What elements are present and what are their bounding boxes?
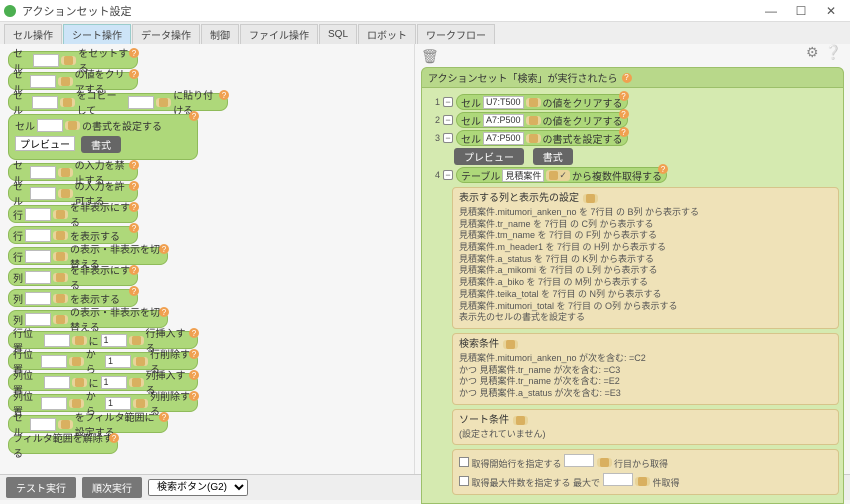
format-button[interactable]: 書式 xyxy=(533,148,573,165)
detail-card: 取得開始行を指定する 行目から取得 取得最大件数を指定する 最大で 件取得 xyxy=(452,449,839,494)
trash-icon[interactable]: 🗑 xyxy=(421,48,844,65)
palette-pane: セル をセットする?セル の値をクリアする?セル をコピーして に貼り付ける?セ… xyxy=(0,44,415,474)
collapse-icon[interactable]: − xyxy=(443,115,453,125)
palette-block[interactable]: セル の書式を設定する書式? xyxy=(8,114,198,160)
tab-file[interactable]: ファイル操作 xyxy=(240,24,318,44)
maximize-button[interactable]: ☐ xyxy=(786,1,816,21)
script-block[interactable]: セル A7:P500 の値をクリアする? xyxy=(456,112,628,128)
detail-line: 見積案件.m_header1 を 7行目 の H列 から表示する xyxy=(459,242,832,254)
palette-block[interactable]: 行 を非表示にする? xyxy=(8,205,138,223)
help-badge-icon[interactable]: ? xyxy=(658,164,668,174)
help-badge-icon[interactable]: ? xyxy=(129,48,139,58)
detail-line: 表示先のセルの書式を設定する xyxy=(459,312,832,324)
start-row-checkbox[interactable] xyxy=(459,457,469,467)
help-badge-icon[interactable]: ? xyxy=(189,349,199,359)
help-badge-icon[interactable]: ? xyxy=(619,127,629,137)
actionset-header: アクションセット「検索」が実行されたら ? xyxy=(421,67,844,88)
detail-line: 見積案件.mitumori_anken_no を 7行目 の B列 から表示する xyxy=(459,207,832,219)
help-badge-icon[interactable]: ? xyxy=(129,181,139,191)
collapse-icon[interactable]: − xyxy=(443,97,453,107)
collapse-icon[interactable]: − xyxy=(443,170,453,180)
gear-icon[interactable]: ⚙ xyxy=(806,44,819,61)
preview-button[interactable]: プレビュー xyxy=(454,148,524,165)
edit-icon[interactable] xyxy=(583,194,598,203)
tab-workflow[interactable]: ワークフロー xyxy=(417,24,495,44)
window-title: アクションセット設定 xyxy=(22,3,756,19)
tab-robot[interactable]: ロボット xyxy=(358,24,416,44)
palette-block[interactable]: セル をコピーして に貼り付ける? xyxy=(8,93,228,111)
help-badge-icon[interactable]: ? xyxy=(129,286,139,296)
detail-line: 見積案件.a_status を 7行目 の K列 から表示する xyxy=(459,254,832,266)
help-badge-icon[interactable]: ? xyxy=(189,111,199,121)
help-badge-icon[interactable]: ? xyxy=(129,69,139,79)
help-badge-icon[interactable]: ? xyxy=(129,202,139,212)
detail-card: 表示する列と表示先の設定 見積案件.mitumori_anken_no を 7行… xyxy=(452,187,839,329)
script-row: 3−セル A7:P500 の書式を設定する? xyxy=(426,130,839,146)
help-badge-icon[interactable]: ? xyxy=(619,109,629,119)
detail-line: 見積案件.mitumori_total を 7行目 の O列 から表示する xyxy=(459,301,832,313)
help-badge-icon[interactable]: ? xyxy=(189,391,199,401)
script-row: 4−テーブル 見積案件 ✓ から複数件取得する? xyxy=(426,167,839,183)
help-badge-icon[interactable]: ? xyxy=(159,412,169,422)
collapse-icon[interactable]: − xyxy=(443,133,453,143)
detail-line: 見積案件.a_mikomi を 7行目 の L列 から表示する xyxy=(459,265,832,277)
help-badge-icon[interactable]: ? xyxy=(129,265,139,275)
script-row: 1−セル U7:T500 の値をクリアする? xyxy=(426,94,839,110)
script-block[interactable]: テーブル 見積案件 ✓ から複数件取得する? xyxy=(456,167,667,183)
help-badge-icon[interactable]: ? xyxy=(189,370,199,380)
detail-card: ソート条件 (設定されていません) xyxy=(452,409,839,446)
help-badge-icon[interactable]: ? xyxy=(622,73,632,83)
target-select[interactable]: 検索ボタン(G2) xyxy=(148,479,248,496)
detail-line: 見積案件.mitumori_anken_no が次を含む: =C2 xyxy=(459,353,832,365)
preview-input[interactable] xyxy=(15,136,75,151)
minimize-button[interactable]: — xyxy=(756,1,786,21)
tab-control[interactable]: 制御 xyxy=(201,24,239,44)
edit-icon[interactable] xyxy=(503,340,518,349)
script-block[interactable]: セル U7:T500 の値をクリアする? xyxy=(456,94,628,110)
tab-data[interactable]: データ操作 xyxy=(132,24,200,44)
script-pane: ⚙ ❔ 🗑 アクションセット「検索」が実行されたら ? 1−セル U7:T500… xyxy=(415,44,850,474)
help-badge-icon[interactable]: ? xyxy=(619,91,629,101)
detail-line: 見積案件.teika_total を 7行目 の N列 から表示する xyxy=(459,289,832,301)
palette-block[interactable]: フィルタ範囲を解除する? xyxy=(8,436,118,454)
tab-sheet[interactable]: シート操作 xyxy=(63,24,131,44)
close-button[interactable]: ✕ xyxy=(816,1,846,21)
detail-line: 見積案件.tm_name を 7行目 の F列 から表示する xyxy=(459,230,832,242)
detail-line: 見積案件.tr_name を 7行目 の C列 から表示する xyxy=(459,219,832,231)
help-badge-icon[interactable]: ? xyxy=(159,307,169,317)
sequential-run-button[interactable]: 順次実行 xyxy=(82,477,142,498)
edit-icon[interactable] xyxy=(513,416,528,425)
detail-card: 検索条件 見積案件.mitumori_anken_no が次を含む: =C2かつ… xyxy=(452,333,839,405)
tab-sql[interactable]: SQL xyxy=(319,24,357,44)
detail-line: かつ 見積案件.a_status が次を含む: =E3 xyxy=(459,388,832,400)
help-badge-icon[interactable]: ? xyxy=(219,90,229,100)
test-run-button[interactable]: テスト実行 xyxy=(6,477,76,498)
detail-line: (設定されていません) xyxy=(459,429,832,441)
palette-block[interactable]: 列 を非表示にする? xyxy=(8,268,138,286)
detail-line: 見積案件.a_biko を 7行目 の M列 から表示する xyxy=(459,277,832,289)
help-badge-icon[interactable]: ? xyxy=(159,244,169,254)
help-badge-icon[interactable]: ? xyxy=(189,328,199,338)
detail-line: かつ 見積案件.tr_name が次を含む: =C3 xyxy=(459,365,832,377)
app-icon xyxy=(4,5,16,17)
detail-line: かつ 見積案件.tr_name が次を含む: =E2 xyxy=(459,376,832,388)
help-icon[interactable]: ❔ xyxy=(825,44,842,61)
max-count-checkbox[interactable] xyxy=(459,476,469,486)
script-block[interactable]: セル A7:P500 の書式を設定する? xyxy=(456,130,628,146)
format-button[interactable]: 書式 xyxy=(81,136,121,153)
tab-cell[interactable]: セル操作 xyxy=(4,24,62,44)
help-badge-icon[interactable]: ? xyxy=(129,160,139,170)
help-badge-icon[interactable]: ? xyxy=(129,223,139,233)
script-row: 2−セル A7:P500 の値をクリアする? xyxy=(426,112,839,128)
actionset-header-label: アクションセット「検索」が実行されたら xyxy=(428,70,618,85)
help-badge-icon[interactable]: ? xyxy=(109,433,119,443)
category-tabs: セル操作 シート操作 データ操作 制御 ファイル操作 SQL ロボット ワークフ… xyxy=(0,22,850,44)
